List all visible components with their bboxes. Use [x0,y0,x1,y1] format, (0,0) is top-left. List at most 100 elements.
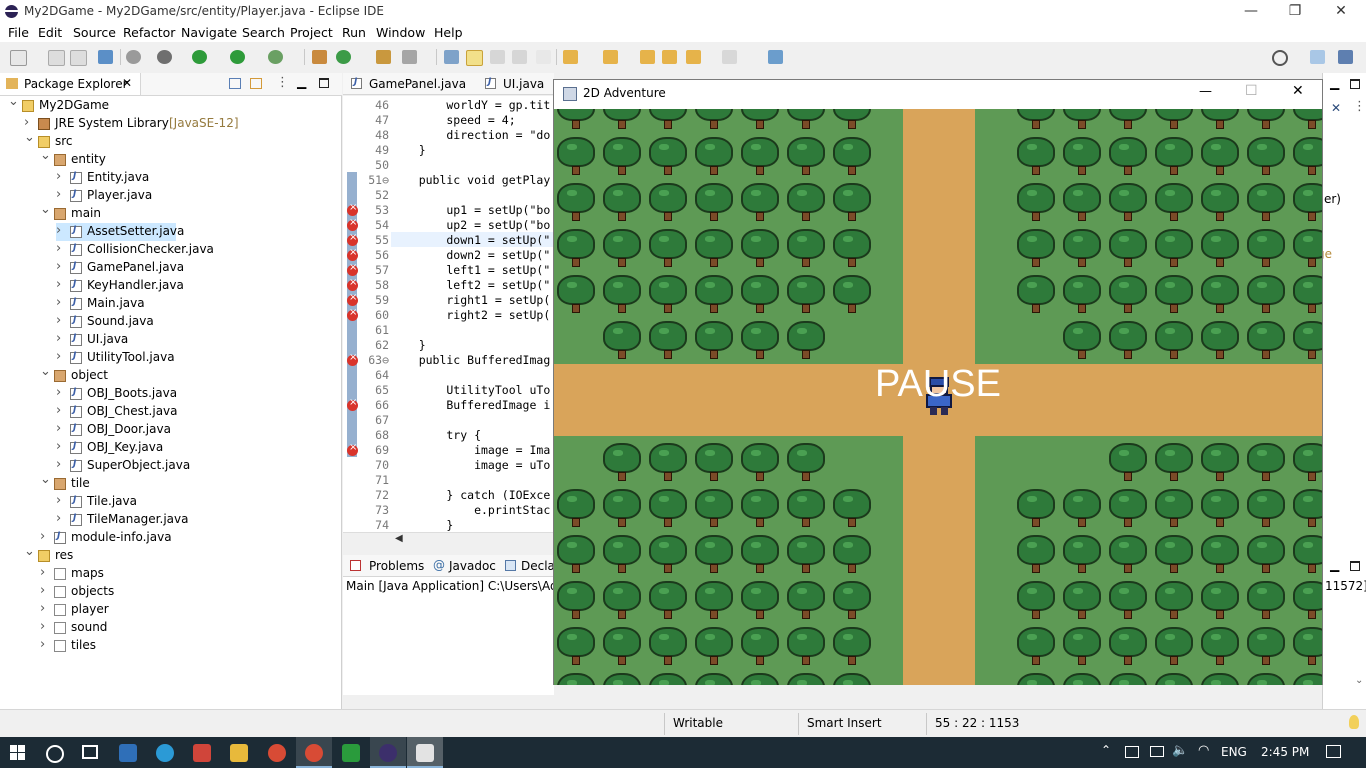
forward-history-icon[interactable] [662,50,677,64]
tree-item[interactable]: › Sound.java [56,313,330,331]
tree-item[interactable]: › module-info.java [40,529,330,547]
java-app-icon[interactable] [416,744,434,762]
tree-item[interactable]: › OBJ_Chest.java [56,403,330,421]
menu-refactor[interactable]: Refactor [123,25,175,40]
chevron-right-icon[interactable]: › [40,637,52,652]
scroll-down-icon[interactable]: ⌄ [1355,675,1363,686]
tab-declaration[interactable]: Declar [501,555,561,577]
minimize-button[interactable]: — [1228,0,1274,24]
eclipse-icon[interactable] [379,744,397,762]
tab-gamepanel-java[interactable]: GamePanel.java [343,73,473,95]
error-marker-icon[interactable] [347,262,358,276]
menu-run[interactable]: Run [342,25,366,40]
menu-edit[interactable]: Edit [38,25,62,40]
chevron-right-icon[interactable]: › [56,295,68,310]
error-marker-icon[interactable] [347,247,358,261]
chrome-icon[interactable] [268,744,286,762]
chevron-down-icon[interactable]: ⌄ [24,544,36,559]
tree-item[interactable]: › JRE System Library [JavaSE-12] [24,115,330,133]
outline-collapse-icon[interactable]: ✕ [1331,101,1341,115]
external-tools-icon[interactable] [268,50,283,64]
app-icon[interactable] [193,744,211,762]
chevron-down-icon[interactable]: ⌄ [24,130,36,145]
chevron-right-icon[interactable]: › [40,583,52,598]
battery-icon[interactable] [1150,746,1164,757]
chevron-right-icon[interactable]: › [56,385,68,400]
tree-item[interactable]: › Player.java [56,187,330,205]
save-all-icon[interactable] [70,50,87,66]
outline-menu-icon[interactable]: ⋮ [1353,99,1366,114]
tab-package-explorer[interactable]: Package Explorer ✕ [0,73,141,95]
game-close-button[interactable]: ✕ [1292,83,1304,99]
pin-editor-icon[interactable] [768,50,783,64]
restore-button[interactable]: ❐ [1272,0,1318,24]
chevron-down-icon[interactable]: ⌄ [40,472,52,487]
view-menu-icon[interactable]: ⋮ [276,75,289,90]
search-circle-icon[interactable] [46,745,64,763]
tree-item[interactable]: › OBJ_Door.java [56,421,330,439]
tip-lightbulb-icon[interactable] [1349,715,1359,729]
next-annotation-icon[interactable] [444,50,459,64]
code-editor[interactable]: 46 worldY = gp.tit 47 speed = 4; 48 direct… [343,96,554,533]
minimize-view-icon[interactable]: ▁ [297,75,306,89]
tree-item[interactable]: › OBJ_Key.java [56,439,330,457]
debug-icon[interactable] [157,50,172,64]
tree-item[interactable]: ⌄ entity [40,148,330,169]
chevron-right-icon[interactable]: › [56,223,68,238]
game-minimize-button[interactable]: — [1199,84,1212,99]
tree-item[interactable]: › Tile.java [56,493,330,511]
error-marker-icon[interactable] [347,277,358,291]
tree-item[interactable]: ⌄ src [24,130,330,151]
tab-problems[interactable]: Problems [343,555,424,577]
back-icon[interactable] [686,50,701,64]
task-view-icon[interactable] [82,745,98,759]
windows-start-icon[interactable] [10,745,26,761]
last-edit-icon[interactable] [640,50,655,64]
tree-item[interactable]: › CollisionChecker.java [56,241,330,259]
chevron-right-icon[interactable]: › [56,421,68,436]
chevron-right-icon[interactable]: › [56,313,68,328]
tab-ui-java[interactable]: UI.java [481,73,561,95]
chevron-right-icon[interactable]: › [56,331,68,346]
word-wrap-icon[interactable] [512,50,527,64]
error-marker-icon[interactable] [347,292,358,306]
close-view-icon[interactable]: ✕ [122,76,132,90]
error-marker-icon[interactable] [347,307,358,321]
console-hscroll[interactable] [343,695,554,709]
language-indicator[interactable]: ENG [1221,745,1247,759]
tree-item[interactable]: › sound [40,619,330,637]
forward-icon[interactable] [722,50,737,64]
chevron-right-icon[interactable]: › [40,601,52,616]
maximize-view-icon[interactable] [1350,79,1360,89]
menu-search[interactable]: Search [242,25,285,40]
error-marker-icon[interactable] [347,397,358,411]
green-app-icon[interactable] [342,744,360,762]
new-java-project-icon[interactable] [312,50,327,64]
tree-item[interactable]: › tiles [40,637,330,655]
chevron-right-icon[interactable]: › [56,169,68,184]
menu-window[interactable]: Window [376,25,425,40]
chevron-right-icon[interactable]: › [56,439,68,454]
clock[interactable]: 2:45 PM [1261,745,1309,759]
game-canvas[interactable]: PAUSE [554,109,1322,685]
link-with-editor-icon[interactable] [250,78,262,89]
skip-breakpoints-icon[interactable] [126,50,141,64]
file-explorer-icon[interactable] [230,744,248,762]
chevron-right-icon[interactable]: › [56,403,68,418]
chevron-right-icon[interactable]: › [56,241,68,256]
chevron-right-icon[interactable]: › [40,529,52,544]
menu-project[interactable]: Project [290,25,333,40]
tree-item[interactable]: › GamePanel.java [56,259,330,277]
java-perspective-icon[interactable] [1338,50,1353,64]
minimize-view-icon[interactable]: ▁ [1330,76,1339,90]
tree-item[interactable]: › KeyHandler.java [56,277,330,295]
tree-item[interactable]: › objects [40,583,330,601]
save-icon[interactable] [48,50,65,66]
horizontal-scrollbar[interactable]: ◀ [343,532,554,548]
chevron-right-icon[interactable]: › [56,259,68,274]
chevron-right-icon[interactable]: › [56,493,68,508]
tree-item[interactable]: ⌄ main [40,202,330,223]
error-marker-icon[interactable] [347,217,358,231]
coverage-icon[interactable] [230,50,245,64]
menu-navigate[interactable]: Navigate [181,25,237,40]
